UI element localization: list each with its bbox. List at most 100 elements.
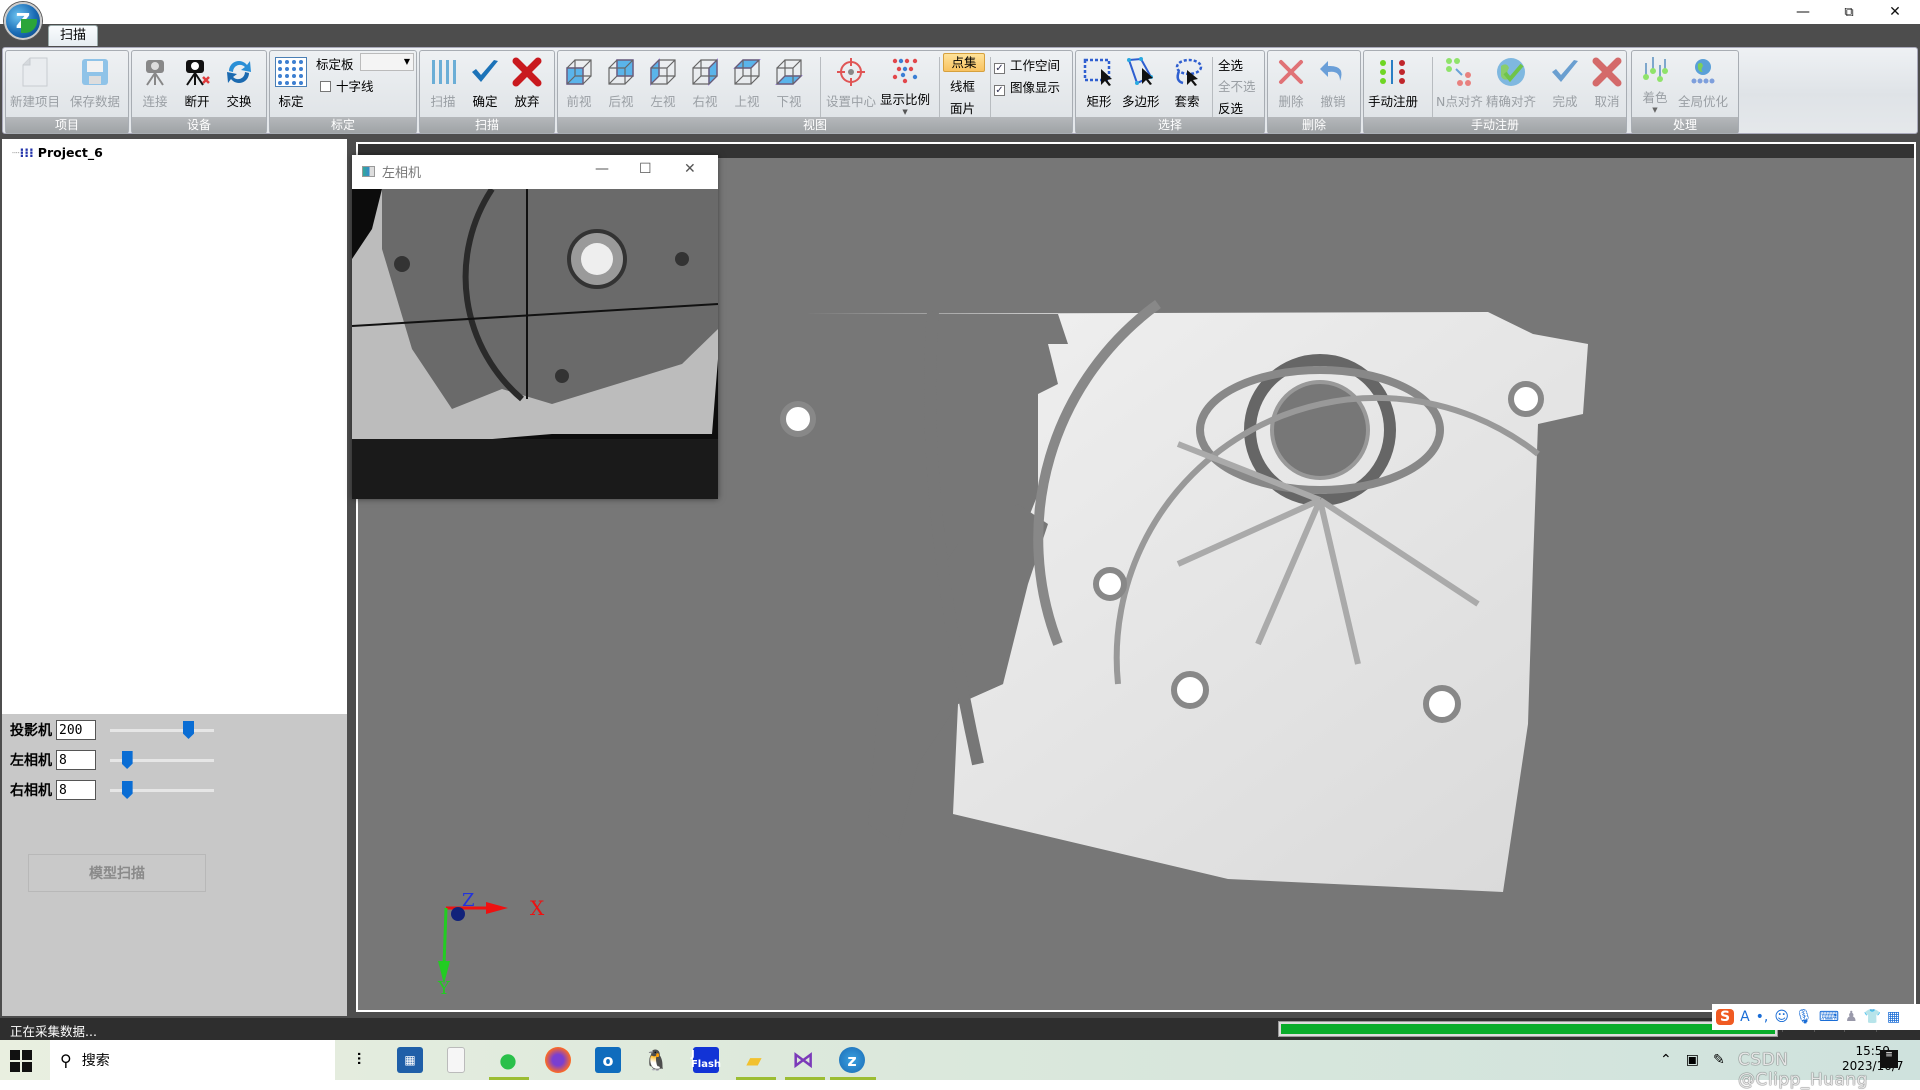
cube-back-view-button[interactable]: 后视 (604, 55, 638, 113)
right-camera-input[interactable] (56, 780, 96, 800)
firefox-icon[interactable] (545, 1047, 571, 1073)
chevron-up-icon[interactable]: ⌃ (1660, 1052, 1672, 1068)
invert-selection-button[interactable]: 反选 (1218, 98, 1243, 117)
cube-front-view-button[interactable]: 前视 (562, 55, 596, 113)
save-data-button[interactable]: 保存数据 (70, 55, 120, 113)
render-mode-wireframe[interactable]: 线框 (950, 76, 975, 95)
cube-left-icon (646, 55, 680, 89)
finish-button[interactable]: 完成 (1548, 55, 1582, 113)
lasso-select-icon (1170, 55, 1204, 89)
camera-close-button[interactable]: ✕ (684, 161, 696, 177)
disconnect-button[interactable]: 断开 (180, 55, 214, 113)
new-project-button[interactable]: 新建项目 (10, 55, 60, 113)
project-tree: ┈⁝⁝⁝ Project_6 (2, 139, 347, 714)
image-display-checkbox[interactable]: ✓ 图像显示 (994, 77, 1060, 96)
qq-icon[interactable]: 🐧 (643, 1047, 669, 1073)
toolbox-icon[interactable]: ▦ (1887, 1009, 1900, 1025)
undo-button[interactable]: 撤销 (1316, 55, 1350, 113)
microphone-icon[interactable]: 🎙 (1795, 1009, 1813, 1025)
projector-slider[interactable] (110, 721, 214, 739)
cross-icon (510, 55, 544, 89)
scanner-app-icon[interactable]: z (839, 1047, 865, 1073)
save-disk-icon (78, 55, 112, 89)
keyboard-icon[interactable]: ⌨ (1819, 1009, 1839, 1025)
cube-left-view-button[interactable]: 左视 (646, 55, 680, 113)
file-explorer-icon[interactable]: ▰ (741, 1047, 767, 1073)
manual-register-button[interactable]: 手动注册 (1368, 55, 1418, 113)
delete-button[interactable]: 删除 (1274, 55, 1308, 113)
left-camera-window[interactable]: 左相机 — ☐ ✕ (352, 155, 718, 499)
taskbar-search[interactable]: ⚲ 搜索 (50, 1040, 335, 1080)
confirm-button[interactable]: 确定 (468, 55, 502, 113)
discard-button[interactable]: 放弃 (510, 55, 544, 113)
workspace-checkbox[interactable]: ✓ 工作空间 (994, 55, 1060, 74)
group-label: 标定 (270, 117, 416, 133)
colorize-button[interactable]: 着色 ▼ (1638, 55, 1672, 114)
notification-icon[interactable]: ≡ (1880, 1050, 1898, 1068)
swap-button[interactable]: 交换 (222, 55, 256, 113)
store-icon[interactable]: ▦ (397, 1047, 423, 1073)
windows-start-icon[interactable] (10, 1050, 32, 1072)
minimize-button[interactable]: — (1780, 0, 1826, 24)
render-mode-points[interactable]: 点集 (943, 53, 985, 72)
crosshair-target-icon (834, 55, 868, 89)
ime-toolbar[interactable]: S A •, ☺ 🎙 ⌨ ♟ 👕 ▦ (1712, 1004, 1920, 1030)
model-scan-button[interactable]: 模型扫描 (28, 854, 206, 892)
camera-maximize-button[interactable]: ☐ (639, 161, 652, 177)
visual-studio-icon[interactable]: ⋈ (790, 1047, 816, 1073)
render-mode-faces[interactable]: 面片 (950, 98, 975, 117)
right-camera-slider[interactable] (110, 781, 214, 799)
task-view-icon[interactable]: ⫶ (346, 1047, 372, 1073)
close-button[interactable]: ✕ (1872, 0, 1918, 24)
notepad-icon[interactable] (447, 1047, 465, 1073)
projector-input[interactable] (56, 720, 96, 740)
left-camera-slider[interactable] (110, 751, 214, 769)
jflash-icon[interactable]: J Flash (691, 1047, 721, 1073)
tray-app-icon[interactable]: ▣ (1686, 1052, 1699, 1068)
wechat-icon[interactable]: ● (495, 1047, 521, 1073)
x-axis-arrow (486, 902, 508, 914)
crosshair-checkbox[interactable]: 十字线 (320, 76, 374, 95)
camera-window-titlebar[interactable]: 左相机 — ☐ ✕ (352, 155, 718, 187)
crosshair-target-view-button[interactable]: 设置中心 (826, 55, 876, 113)
outlook-icon[interactable]: o (595, 1047, 621, 1073)
user-icon[interactable]: ♟ (1845, 1009, 1858, 1025)
camera-minimize-button[interactable]: — (595, 161, 609, 177)
slider-thumb[interactable] (121, 751, 133, 769)
polygon-select-button[interactable]: 多边形 (1122, 55, 1160, 113)
app-logo-icon[interactable]: Z (4, 2, 42, 40)
n-point-align-button[interactable]: N点对齐 (1436, 55, 1483, 113)
lasso-select-button[interactable]: 套索 (1170, 55, 1204, 113)
skin-icon[interactable]: 👕 (1864, 1009, 1881, 1025)
tab-scan[interactable]: 扫描 (48, 25, 98, 46)
scan-button[interactable]: 扫描 (426, 55, 460, 113)
rect-select-button[interactable]: 矩形 (1082, 55, 1116, 113)
cube-top-view-button[interactable]: 上视 (730, 55, 764, 113)
punctuation-icon[interactable]: •, (1756, 1009, 1769, 1025)
group-label: 删除 (1268, 117, 1360, 133)
restore-button[interactable]: ⧉ (1826, 0, 1872, 24)
calibration-board-select[interactable]: ▼ (360, 53, 414, 71)
calibrate-button[interactable]: 标定 (274, 55, 308, 113)
precise-align-button[interactable]: 精确对齐 (1486, 55, 1536, 113)
polygon-select-icon (1124, 55, 1158, 89)
select-all-button[interactable]: 全选 (1218, 55, 1243, 74)
emoji-icon[interactable]: ☺ (1774, 1009, 1789, 1025)
point-scale-view-button[interactable]: 显示比例 ▼ (880, 55, 930, 116)
ime-mode-icon[interactable]: A (1740, 1009, 1750, 1025)
global-optimize-button[interactable]: 全局优化 (1678, 55, 1728, 113)
y-axis-label: Y (438, 978, 450, 999)
left-camera-input[interactable] (56, 750, 96, 770)
connect-button[interactable]: 连接 (138, 55, 172, 113)
cube-bottom-view-button[interactable]: 下视 (772, 55, 806, 113)
cancel-button[interactable]: 取消 (1590, 55, 1624, 113)
tree-item-project[interactable]: ┈⁝⁝⁝ Project_6 (12, 145, 103, 160)
calibration-grid-icon (274, 55, 308, 89)
sogou-ime-icon[interactable]: S (1716, 1009, 1735, 1025)
slider-thumb[interactable] (121, 781, 133, 799)
cube-right-view-button[interactable]: 右视 (688, 55, 722, 113)
undo-arrow-icon (1316, 55, 1350, 89)
pen-icon[interactable]: ✎ (1713, 1052, 1725, 1068)
slider-thumb[interactable] (183, 721, 194, 739)
select-none-button[interactable]: 全不选 (1218, 76, 1256, 95)
